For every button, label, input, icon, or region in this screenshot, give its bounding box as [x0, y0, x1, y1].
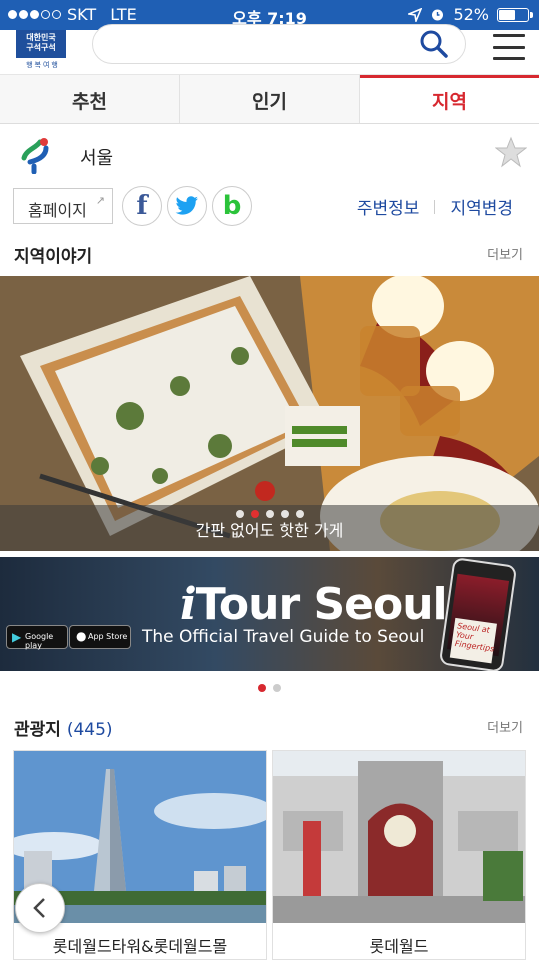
chevron-left-icon [33, 898, 45, 918]
facebook-share-button[interactable]: f [122, 186, 162, 226]
logo-line1: 대한민국 [26, 33, 56, 42]
homepage-label: 홈페이지 [28, 201, 87, 220]
battery-percent: 52% [453, 5, 489, 24]
attractions-section-header: 관광지 (445) 더보기 [0, 713, 539, 743]
homepage-button[interactable]: 홈페이지 ↗ [13, 188, 113, 224]
attractions-title-text: 관광지 [14, 720, 61, 740]
change-region-link[interactable]: 지역변경 [450, 194, 513, 219]
brand-i: i [180, 579, 197, 630]
promo-pager-dots [0, 684, 539, 692]
korea-tourism-logo[interactable]: 대한민국 구석구석 행복여행 [16, 30, 70, 72]
attraction-name: 롯데월드 [369, 937, 429, 956]
app-store-badge[interactable]: ● App Store [69, 625, 131, 649]
main-tabs: 추천 인기 지역 [0, 75, 539, 124]
seoul-emblem-icon [21, 138, 49, 174]
attractions-more-link[interactable]: 더보기 [487, 717, 523, 736]
alarm-clock-icon [432, 9, 444, 21]
external-link-icon: ↗ [95, 194, 105, 207]
location-arrow-icon [408, 7, 423, 22]
tab-recommended[interactable]: 추천 [0, 75, 180, 123]
region-header: 서울 [0, 124, 539, 186]
link-divider [434, 199, 436, 214]
tab-region[interactable]: 지역 [360, 75, 539, 123]
apple-icon: ● [76, 629, 87, 643]
app-header: 대한민국 구석구석 행복여행 [0, 24, 539, 75]
attractions-count: (445) [66, 720, 113, 740]
attraction-card[interactable]: 롯데월드 [272, 750, 526, 960]
twitter-share-button[interactable] [167, 186, 207, 226]
tab-popular[interactable]: 인기 [180, 75, 360, 123]
story-more-link[interactable]: 더보기 [487, 244, 523, 263]
search-box[interactable] [92, 24, 466, 64]
nearby-info-link[interactable]: 주변정보 [357, 194, 420, 219]
story-section-header: 지역이야기 더보기 [0, 240, 539, 270]
itour-seoul-banner[interactable]: ▶ Google play ● App Store iTour Seoul Th… [0, 557, 539, 671]
hamburger-menu-icon[interactable] [493, 34, 525, 60]
attraction-name: 롯데월드타워&롯데월드몰 [52, 937, 228, 956]
logo-subtitle: 행복여행 [26, 61, 60, 69]
region-links: 주변정보 지역변경 [357, 194, 513, 219]
region-actions: 홈페이지 ↗ f b 주변정보 지역변경 [0, 186, 539, 228]
pager-dot[interactable] [258, 684, 266, 692]
phone-illustration: Seoul at Your Fingertips [438, 557, 518, 671]
pager-dot[interactable] [273, 684, 281, 692]
lotte-world-photo [273, 751, 525, 923]
itour-brand: iTour Seoul [180, 579, 448, 630]
attractions-title: 관광지 (445) [14, 715, 113, 740]
story-section-title: 지역이야기 [14, 247, 93, 267]
logo-line2: 구석구석 [26, 43, 56, 52]
back-button[interactable] [15, 883, 65, 933]
story-carousel[interactable]: 간판 없어도 핫한 가게 [0, 276, 539, 551]
region-name: 서울 [80, 148, 114, 169]
battery-icon [497, 7, 533, 22]
phone-note: Seoul at Your Fingertips [449, 617, 497, 664]
google-play-icon: ▶ [12, 630, 22, 644]
twitter-icon [175, 196, 198, 215]
app-store-label: App Store [88, 632, 128, 641]
search-input[interactable] [109, 33, 409, 57]
band-share-button[interactable]: b [212, 186, 252, 226]
status-right: 52% [408, 5, 533, 24]
favorite-star-icon[interactable] [495, 136, 527, 168]
brand-rest: Tour Seoul [195, 579, 448, 630]
attractions-list: 롯데월드타워&롯데월드몰 롯데월드 [13, 750, 527, 960]
story-caption: 간판 없어도 핫한 가게 [195, 521, 344, 540]
facebook-icon: f [136, 191, 148, 221]
google-play-badge[interactable]: ▶ Google play [6, 625, 68, 650]
band-icon: b [222, 191, 242, 221]
search-icon[interactable] [419, 29, 449, 59]
google-play-label: Google play [25, 632, 54, 650]
itour-tagline: The Official Travel Guide to Seoul [142, 627, 425, 647]
